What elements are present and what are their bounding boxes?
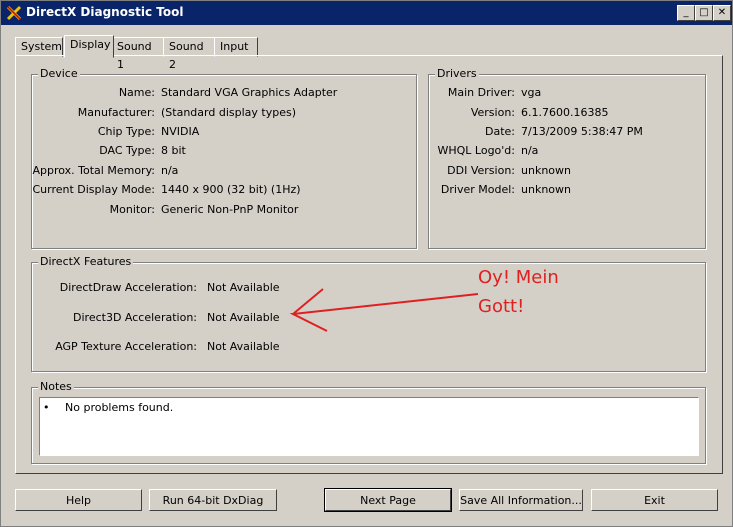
maximize-icon: □ bbox=[699, 7, 709, 18]
dxdiag-window: DirectX Diagnostic Tool _ □ ✕ System Dis… bbox=[0, 0, 733, 527]
drivers-legend: Drivers bbox=[435, 67, 479, 80]
agp-texture-value: Not Available bbox=[207, 340, 280, 353]
chip-type-value: NVIDIA bbox=[161, 125, 200, 138]
directdraw-value: Not Available bbox=[207, 281, 280, 294]
ddi-version-label: DDI Version: bbox=[447, 164, 515, 177]
dxdiag-app-icon bbox=[6, 5, 22, 21]
notes-bullet: • bbox=[43, 401, 50, 414]
annotation-line-2: Gott! bbox=[478, 296, 525, 317]
notes-text: No problems found. bbox=[65, 401, 174, 414]
monitor-value: Generic Non-PnP Monitor bbox=[161, 203, 299, 216]
memory-label: Approx. Total Memory: bbox=[32, 164, 156, 177]
close-button[interactable]: ✕ bbox=[713, 5, 731, 21]
main-driver-value: vga bbox=[521, 86, 542, 99]
run-64bit-dxdiag-button[interactable]: Run 64-bit DxDiag bbox=[149, 489, 277, 511]
exit-button[interactable]: Exit bbox=[591, 489, 718, 511]
chip-type-label: Chip Type: bbox=[97, 125, 155, 138]
drivers-group: Drivers bbox=[428, 67, 706, 249]
device-name-value: Standard VGA Graphics Adapter bbox=[161, 86, 338, 99]
notes-textbox[interactable]: • No problems found. bbox=[39, 397, 699, 456]
device-group: Device bbox=[31, 67, 417, 249]
dac-type-label: DAC Type: bbox=[99, 144, 155, 157]
driver-model-label: Driver Model: bbox=[440, 183, 515, 196]
date-value: 7/13/2009 5:38:47 PM bbox=[521, 125, 643, 138]
tab-sound-1[interactable]: Sound 1 bbox=[111, 37, 165, 71]
tab-system[interactable]: System bbox=[15, 37, 63, 57]
display-mode-label: Current Display Mode: bbox=[32, 183, 155, 196]
tab-input[interactable]: Input bbox=[214, 37, 258, 57]
whql-value: n/a bbox=[521, 144, 539, 157]
notes-legend: Notes bbox=[38, 380, 74, 393]
manufacturer-value: (Standard display types) bbox=[161, 106, 296, 119]
version-value: 6.1.7600.16385 bbox=[521, 106, 609, 119]
tab-display[interactable]: Display bbox=[64, 35, 114, 58]
directdraw-label: DirectDraw Acceleration: bbox=[59, 281, 197, 294]
maximize-button[interactable]: □ bbox=[695, 5, 713, 21]
manufacturer-label: Manufacturer: bbox=[77, 106, 155, 119]
device-name-label: Name: bbox=[118, 86, 155, 99]
annotation-arrow bbox=[289, 288, 479, 332]
date-label: Date: bbox=[485, 125, 515, 138]
dac-type-value: 8 bit bbox=[161, 144, 186, 157]
save-all-information-button[interactable]: Save All Information... bbox=[459, 489, 583, 511]
next-page-button[interactable]: Next Page bbox=[324, 488, 452, 512]
direct3d-value: Not Available bbox=[207, 311, 280, 324]
version-label: Version: bbox=[470, 106, 515, 119]
main-driver-label: Main Driver: bbox=[447, 86, 515, 99]
ddi-version-value: unknown bbox=[521, 164, 571, 177]
close-icon: ✕ bbox=[717, 7, 727, 18]
display-mode-value: 1440 x 900 (32 bit) (1Hz) bbox=[161, 183, 301, 196]
directx-features-legend: DirectX Features bbox=[38, 255, 134, 268]
minimize-button[interactable]: _ bbox=[677, 5, 695, 21]
annotation-line-1: Oy! Mein bbox=[478, 267, 559, 288]
memory-value: n/a bbox=[161, 164, 179, 177]
minimize-icon: _ bbox=[683, 7, 689, 18]
device-legend: Device bbox=[38, 67, 80, 80]
driver-model-value: unknown bbox=[521, 183, 571, 196]
title-bar[interactable]: DirectX Diagnostic Tool _ □ ✕ bbox=[1, 1, 732, 25]
help-button[interactable]: Help bbox=[15, 489, 142, 511]
whql-label: WHQL Logo'd: bbox=[437, 144, 515, 157]
monitor-label: Monitor: bbox=[109, 203, 155, 216]
window-title: DirectX Diagnostic Tool bbox=[26, 5, 184, 19]
direct3d-label: Direct3D Acceleration: bbox=[73, 311, 197, 324]
tab-sound-2[interactable]: Sound 2 bbox=[163, 37, 217, 71]
agp-texture-label: AGP Texture Acceleration: bbox=[55, 340, 197, 353]
